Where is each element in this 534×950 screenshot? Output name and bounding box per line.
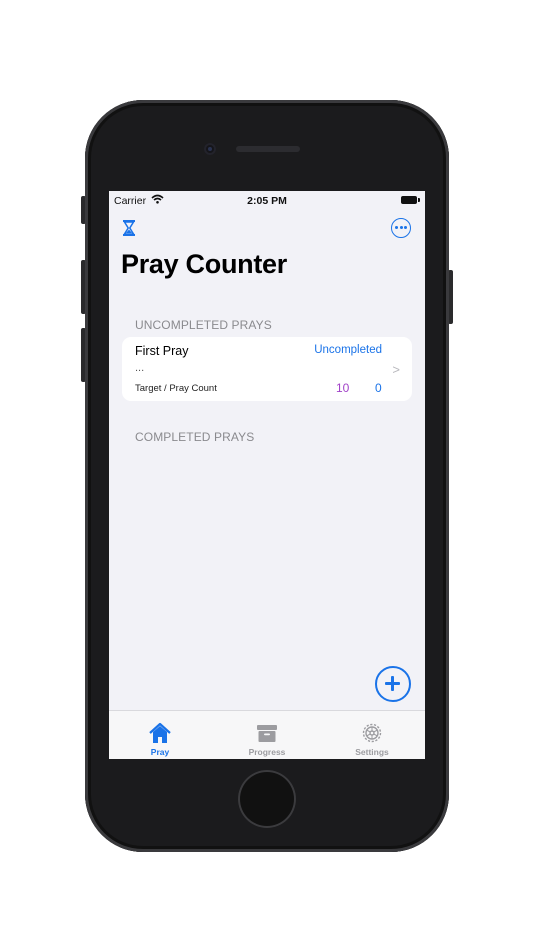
archive-box-icon — [257, 725, 277, 742]
app-screen: Carrier 2:05 PM Pray Counter UNCOMPLETED… — [109, 191, 425, 759]
status-bar: Carrier 2:05 PM — [109, 191, 425, 211]
ellipsis-dot — [404, 226, 407, 229]
completed-section-header: COMPLETED PRAYS — [135, 430, 255, 444]
target-count-caption: Target / Pray Count — [135, 383, 217, 394]
battery-icon — [401, 196, 420, 204]
pray-name: First Pray — [135, 344, 189, 358]
add-pray-button[interactable] — [375, 666, 411, 702]
tab-pray[interactable]: Pray — [110, 711, 210, 759]
tab-settings[interactable]: Settings — [322, 711, 422, 759]
tab-settings-label: Settings — [355, 747, 389, 757]
tab-progress-label: Progress — [248, 747, 286, 757]
page-title: Pray Counter — [121, 249, 287, 279]
front-camera — [204, 143, 216, 155]
target-value: 10 — [336, 381, 350, 395]
more-options-button[interactable] — [391, 218, 411, 238]
status-time: 2:05 PM — [247, 195, 287, 207]
ellipsis-dot — [399, 226, 403, 229]
pray-description: ... — [135, 362, 145, 374]
chevron-right-icon: > — [392, 362, 400, 377]
tab-progress[interactable]: Progress — [217, 711, 317, 759]
house-icon — [149, 722, 171, 743]
hourglass-icon[interactable] — [121, 219, 137, 237]
pray-status: Uncompleted — [314, 344, 382, 356]
ellipsis-circle-icon — [395, 226, 398, 229]
home-button[interactable] — [238, 770, 296, 828]
pray-count-value: 0 — [375, 381, 382, 395]
tab-pray-label: Pray — [150, 747, 170, 757]
tab-bar: Pray Progress Settings — [109, 710, 425, 759]
pray-list-item[interactable]: First Pray Uncompleted ... > Target / Pr… — [122, 337, 412, 401]
gear-icon — [362, 723, 382, 743]
uncompleted-section-header: UNCOMPLETED PRAYS — [135, 318, 272, 332]
earpiece-speaker — [236, 146, 300, 152]
